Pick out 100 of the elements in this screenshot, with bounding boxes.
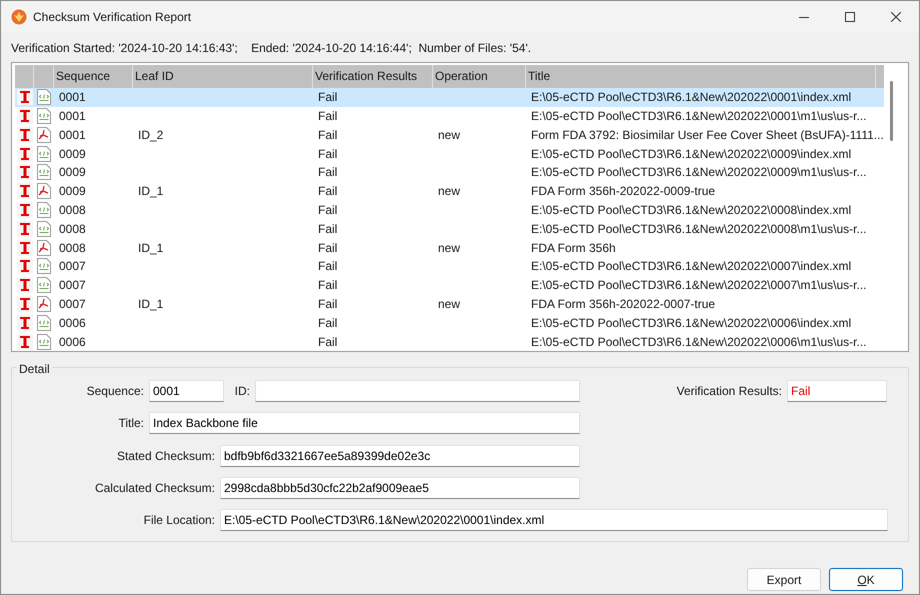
table-cell: Fail [318,240,338,255]
xml-file-icon [37,314,51,331]
field-label: Sequence: [86,383,145,400]
xml-file-icon [37,89,51,106]
xml-file-icon [37,202,51,218]
table-cell: Form FDA 3792: Biosimilar User Fee Cover Sheet (BsUFA)-1111... [531,128,884,142]
i-beam-icon [16,296,32,312]
close-icon [891,12,901,22]
verification-summary: Verification Started: '2024-10-20 14:16:43'; Ended: '2024-10-20 14:16:44'; Number of Files: '54'. [11,40,532,56]
table-cell: Fail [318,222,338,236]
pdf-file-icon [37,183,51,200]
field-label: File Location: [142,512,216,529]
table-cell: 0001 [59,128,86,142]
table-cell: E:\05-eCTD Pool\eCTD3\R6.1&New\202022\0007\m1\us\us-r... [531,278,866,292]
table-cell: Fail [318,259,338,274]
i-beam-icon [16,183,32,200]
i-beam-icon [16,314,32,331]
table-cell: Fail [318,128,338,142]
table-cell: 0006 [59,334,86,349]
table-cell: Fail [318,90,338,104]
table-cell: E:\05-eCTD Pool\eCTD3\R6.1&New\202022\0006\index.xml [531,316,852,330]
xml-file-icon [37,277,51,294]
i-beam-icon [16,126,32,143]
table-cell: 0007 [59,278,86,292]
window-title: Checksum Verification Report [33,9,192,26]
i-beam-icon [16,202,32,218]
xml-file-icon [37,220,51,237]
i-beam-icon [16,258,32,274]
field-label: Calculated Checksum: [94,480,216,497]
pdf-file-icon [37,296,51,312]
text-field[interactable]: Index Backbone file [149,412,580,434]
i-beam-icon [16,146,32,162]
xml-file-icon [37,164,51,180]
table-cell: Fail [318,316,338,330]
text-field[interactable]: E:\05-eCTD Pool\eCTD3\R6.1&New\202022\0001\index.xml [220,509,888,531]
field-label: Stated Checksum: [116,448,216,465]
table-cell: new [438,240,460,255]
xml-file-icon [37,108,51,124]
dialog-button[interactable]: Export [747,568,821,591]
table-cell: FDA Form 356h [531,240,616,255]
table-cell: 0009 [59,146,86,161]
text-field[interactable]: Fail [787,380,887,402]
table-cell: Fail [318,278,338,292]
table-cell: E:\05-eCTD Pool\eCTD3\R6.1&New\202022\0008\index.xml [531,202,852,217]
table-cell: 0009 [59,165,86,180]
xml-file-icon [37,146,51,162]
i-beam-icon [16,89,32,106]
table-cell: FDA Form 356h-202022-0009-true [531,184,716,198]
table-cell: Fail [318,165,338,180]
table-cell: E:\05-eCTD Pool\eCTD3\R6.1&New\202022\0009\index.xml [531,146,852,161]
table-cell: E:\05-eCTD Pool\eCTD3\R6.1&New\202022\0008\m1\us\us-r... [531,222,866,236]
table-cell: ID_1 [138,240,164,255]
app-logo-icon [11,9,27,25]
table-cell: FDA Form 356h-202022-0007-true [531,296,716,311]
table-cell: ID_2 [138,128,164,142]
i-beam-icon [16,277,32,294]
minimize-icon [799,16,809,18]
table-cell: E:\05-eCTD Pool\eCTD3\R6.1&New\202022\0006\m1\us\us-r... [531,334,866,349]
table-cell: E:\05-eCTD Pool\eCTD3\R6.1&New\202022\0001\m1\us\us-r... [531,108,866,123]
text-field[interactable]: 2998cda8bbb5d30cfc22b2af9009eae5 [220,477,580,499]
xml-file-icon [37,258,51,274]
field-label: Title: [117,415,145,432]
table-cell: E:\05-eCTD Pool\eCTD3\R6.1&New\202022\0001\index.xml [531,90,852,104]
scrollbar-thumb[interactable] [890,81,893,141]
text-field[interactable]: bdfb9bf6d3321667ee5a89399de02e3c [220,445,580,467]
table-cell: 0009 [59,184,86,198]
table-cell: Fail [318,334,338,349]
table-cell: Fail [318,296,338,311]
pdf-file-icon [37,240,51,256]
table-cell: new [438,296,460,311]
table-cell: E:\05-eCTD Pool\eCTD3\R6.1&New\202022\0009\m1\us\us-r... [531,165,866,180]
table-cell: 0008 [59,202,86,217]
field-label: Verification Results: [676,383,783,400]
table-row[interactable]: 0001 Fail E:\05-eCTD Pool\eCTD3\R6.1&New\202022\0001\index.xml [15,88,884,107]
table-cell: E:\05-eCTD Pool\eCTD3\R6.1&New\202022\0007\index.xml [531,259,852,274]
table-cell: new [438,128,460,142]
i-beam-icon [16,220,32,237]
i-beam-icon [16,108,32,124]
maximize-icon [845,12,855,22]
text-field[interactable]: 0001 [149,380,224,402]
table-cell: Fail [318,184,338,198]
pdf-file-icon [37,126,51,143]
table-cell: 0007 [59,259,86,274]
table-cell: ID_1 [138,296,164,311]
table-cell: Fail [318,146,338,161]
field-label: ID: [234,383,251,400]
dialog-button[interactable]: OK [829,568,903,591]
table-cell: Fail [318,202,338,217]
i-beam-icon [16,164,32,180]
text-field[interactable] [255,380,580,402]
table-cell: ID_1 [138,184,164,198]
table-cell: 0008 [59,222,86,236]
i-beam-icon [16,240,32,256]
table-cell: 0008 [59,240,86,255]
table-cell: Fail [318,108,338,123]
table-cell: 0001 [59,108,86,123]
table-cell: 0001 [59,90,86,104]
table-cell: new [438,184,460,198]
table-cell: 0006 [59,316,86,330]
table-cell: 0007 [59,296,86,311]
